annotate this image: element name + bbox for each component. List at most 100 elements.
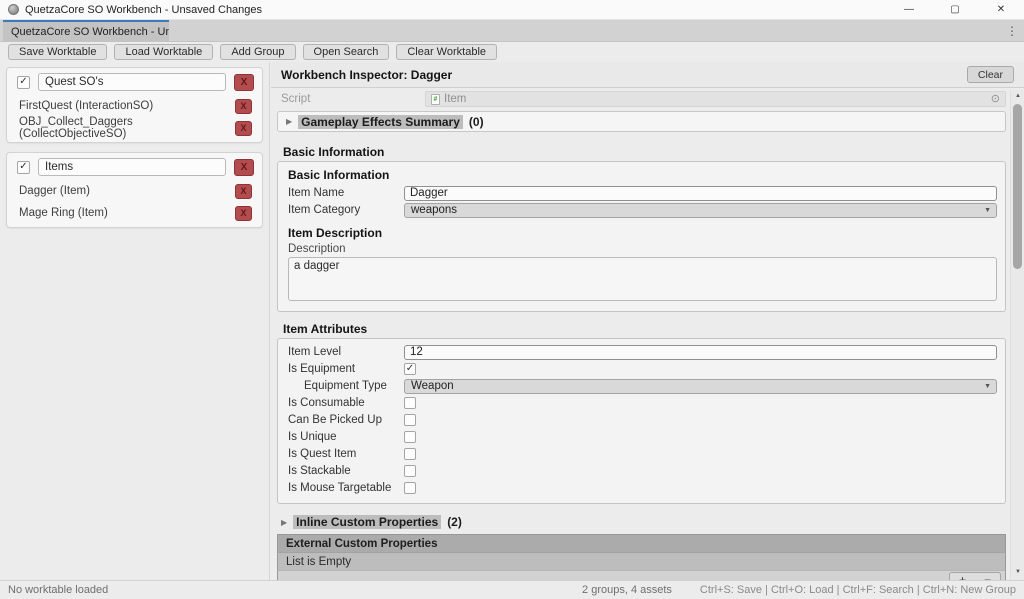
is-mouse-targetable-checkbox[interactable] xyxy=(404,482,416,494)
dropdown-value: weapons xyxy=(411,204,457,216)
delete-asset-button[interactable]: X xyxy=(235,99,252,114)
script-value: Item xyxy=(444,93,987,105)
group-enabled-checkbox[interactable]: ✓ xyxy=(17,76,30,89)
foldout-label: Gameplay Effects Summary xyxy=(298,115,463,129)
inspector-content: Script # Item ⊙ ▶ Gameplay Effects Summa… xyxy=(271,88,1010,580)
list-item[interactable]: OBJ_Collect_Daggers (CollectObjectiveSO)… xyxy=(7,117,262,139)
is-consumable-row: Is Consumable xyxy=(288,395,997,411)
description-label: Description xyxy=(288,243,997,255)
item-attributes-section-label: Item Attributes xyxy=(277,322,1006,336)
clear-inspector-button[interactable]: Clear xyxy=(967,66,1014,83)
is-unique-row: Is Unique xyxy=(288,429,997,445)
inline-custom-properties-foldout[interactable]: ▶ Inline Custom Properties (2) xyxy=(277,514,1006,530)
status-shortcuts: Ctrl+S: Save | Ctrl+O: Load | Ctrl+F: Se… xyxy=(700,584,1016,596)
item-category-dropdown[interactable]: weapons ▼ xyxy=(404,203,997,218)
scroll-up-icon[interactable]: ▲ xyxy=(1011,90,1024,102)
foldout-count: (0) xyxy=(469,115,484,129)
inspector-scrollbar[interactable]: ▲ ▼ xyxy=(1010,90,1024,580)
field-label: Is Consumable xyxy=(288,397,404,409)
equipment-type-dropdown[interactable]: Weapon ▼ xyxy=(404,379,997,394)
clear-worktable-button[interactable]: Clear Worktable xyxy=(396,44,497,60)
foldout-label: Inline Custom Properties xyxy=(293,515,441,529)
toolbar: Save Worktable Load Worktable Add Group … xyxy=(0,42,1024,62)
load-worktable-button[interactable]: Load Worktable xyxy=(114,44,213,60)
delete-group-button[interactable]: X xyxy=(234,74,254,91)
maximize-button[interactable]: ▢ xyxy=(932,0,978,19)
field-label: Is Mouse Targetable xyxy=(288,482,404,494)
status-counts: 2 groups, 4 assets xyxy=(582,584,672,596)
tab-bar: QuetzaCore SO Workbench - Un... ⋮ xyxy=(0,20,1024,42)
main-area: ✓ X FirstQuest (InteractionSO) X OBJ_Col… xyxy=(0,62,1024,580)
open-search-button[interactable]: Open Search xyxy=(303,44,390,60)
kebab-menu-icon[interactable]: ⋮ xyxy=(1006,20,1018,42)
group-name-input[interactable] xyxy=(38,158,226,176)
list-item[interactable]: Dagger (Item) X xyxy=(7,180,262,202)
item-category-row: Item Category weapons ▼ xyxy=(288,202,997,218)
asset-label: OBJ_Collect_Daggers (CollectObjectiveSO) xyxy=(19,116,235,140)
remove-element-button[interactable]: − xyxy=(975,573,1000,580)
group-enabled-checkbox[interactable]: ✓ xyxy=(17,161,30,174)
save-worktable-button[interactable]: Save Worktable xyxy=(8,44,107,60)
delete-asset-button[interactable]: X xyxy=(235,206,252,221)
is-equipment-row: Is Equipment ✓ xyxy=(288,361,997,377)
window-title: QuetzaCore SO Workbench - Unsaved Change… xyxy=(25,4,262,16)
item-description-title: Item Description xyxy=(288,226,997,240)
list-footer: + − xyxy=(277,570,1006,580)
delete-asset-button[interactable]: X xyxy=(235,184,252,199)
scroll-down-icon[interactable]: ▼ xyxy=(1011,566,1024,578)
field-label: Is Stackable xyxy=(288,465,404,477)
add-group-button[interactable]: Add Group xyxy=(220,44,295,60)
field-label: Item Name xyxy=(288,187,404,199)
gameplay-effects-summary-foldout[interactable]: ▶ Gameplay Effects Summary (0) xyxy=(277,111,1006,132)
is-stackable-row: Is Stackable xyxy=(288,463,997,479)
status-message: No worktable loaded xyxy=(8,584,108,596)
app-icon xyxy=(8,4,19,15)
equipment-type-row: Equipment Type Weapon ▼ xyxy=(288,378,997,394)
item-name-input[interactable] xyxy=(404,186,997,201)
field-label: Item Level xyxy=(288,346,404,358)
inspector-panel: Workbench Inspector: Dagger Clear Script… xyxy=(271,62,1024,580)
asset-label: Dagger (Item) xyxy=(19,185,235,197)
is-equipment-checkbox[interactable]: ✓ xyxy=(404,363,416,375)
is-quest-item-row: Is Quest Item xyxy=(288,446,997,462)
is-consumable-checkbox[interactable] xyxy=(404,397,416,409)
basic-information-box: Basic Information Item Name Item Categor… xyxy=(277,161,1006,312)
can-be-picked-up-checkbox[interactable] xyxy=(404,414,416,426)
can-be-picked-up-row: Can Be Picked Up xyxy=(288,412,997,428)
foldout-count: (2) xyxy=(447,515,462,529)
description-textarea[interactable]: a dagger xyxy=(288,257,997,301)
dropdown-arrow-icon: ▼ xyxy=(984,383,991,390)
add-element-button[interactable]: + xyxy=(950,573,975,580)
item-level-row: Item Level xyxy=(288,344,997,360)
item-name-row: Item Name xyxy=(288,185,997,201)
minimize-button[interactable]: — xyxy=(886,0,932,19)
delete-asset-button[interactable]: X xyxy=(235,121,252,136)
close-button[interactable]: ✕ xyxy=(978,0,1024,19)
field-label: Equipment Type xyxy=(288,380,404,392)
item-level-input[interactable] xyxy=(404,345,997,360)
group-header: ✓ X xyxy=(7,153,262,180)
tab-workbench[interactable]: QuetzaCore SO Workbench - Un... xyxy=(3,20,169,42)
script-object-field: # Item ⊙ xyxy=(425,91,1006,107)
group-card-quest-sos: ✓ X FirstQuest (InteractionSO) X OBJ_Col… xyxy=(6,67,263,143)
external-custom-properties-header[interactable]: External Custom Properties xyxy=(277,534,1006,552)
is-quest-item-checkbox[interactable] xyxy=(404,448,416,460)
list-add-remove-box: + − xyxy=(949,572,1001,580)
is-unique-checkbox[interactable] xyxy=(404,431,416,443)
inspector-header: Workbench Inspector: Dagger Clear xyxy=(271,62,1024,88)
list-item[interactable]: FirstQuest (InteractionSO) X xyxy=(7,95,262,117)
dropdown-arrow-icon: ▼ xyxy=(984,207,991,214)
field-label: Is Quest Item xyxy=(288,448,404,460)
field-label: Is Unique xyxy=(288,431,404,443)
object-picker-icon[interactable]: ⊙ xyxy=(991,94,1000,105)
groups-panel: ✓ X FirstQuest (InteractionSO) X OBJ_Col… xyxy=(0,62,270,580)
status-bar: No worktable loaded 2 groups, 4 assets C… xyxy=(0,580,1024,599)
list-item[interactable]: Mage Ring (Item) X xyxy=(7,202,262,224)
delete-group-button[interactable]: X xyxy=(234,159,254,176)
group-name-input[interactable] xyxy=(38,73,226,91)
inspector-title: Workbench Inspector: Dagger xyxy=(281,68,452,82)
scrollbar-thumb[interactable] xyxy=(1013,104,1022,269)
is-stackable-checkbox[interactable] xyxy=(404,465,416,477)
field-label: Is Equipment xyxy=(288,363,404,375)
is-mouse-targetable-row: Is Mouse Targetable xyxy=(288,480,997,496)
